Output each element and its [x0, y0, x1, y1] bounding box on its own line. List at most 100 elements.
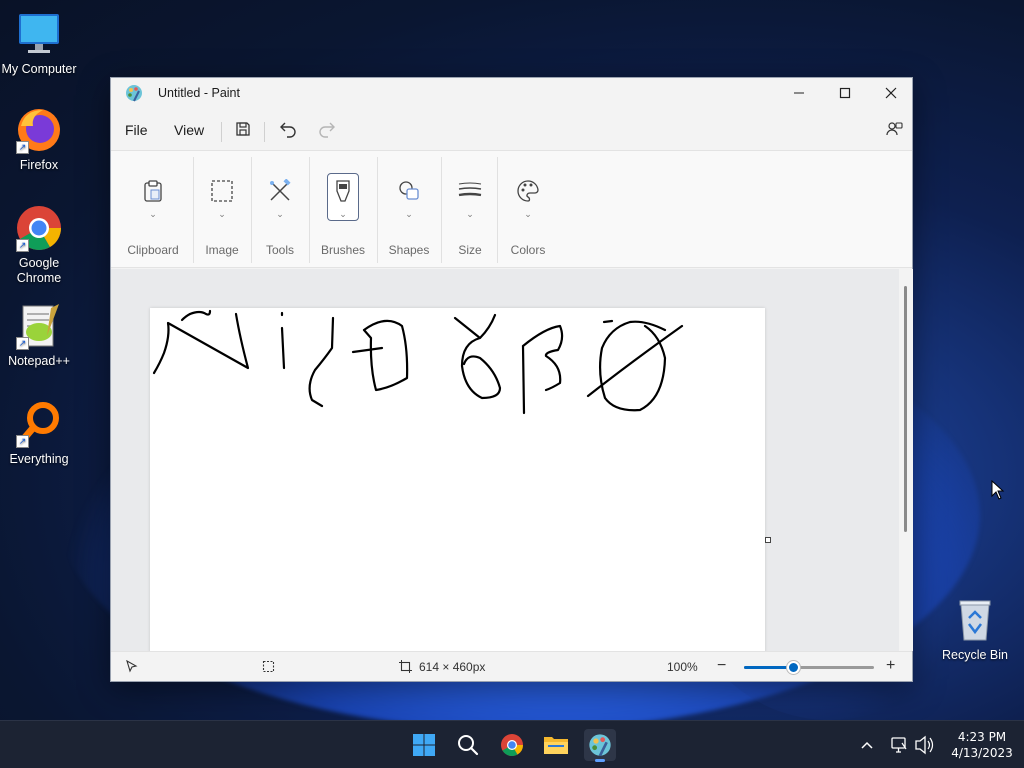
tools-icon — [264, 175, 296, 207]
mouse-cursor-icon — [991, 479, 1005, 504]
zoom-level: 100% — [667, 660, 698, 674]
paint-window: Untitled - Paint File View ⌄ Clipboard ⌄… — [110, 77, 913, 682]
menu-bar: File View — [111, 108, 912, 148]
chrome-icon — [501, 734, 523, 756]
maximize-button[interactable] — [822, 78, 868, 108]
paint-app-icon — [589, 734, 611, 757]
shortcut-arrow-icon: ↗ — [16, 239, 29, 252]
system-clock[interactable]: 4:23 PM 4/13/2023 — [944, 729, 1020, 761]
ribbon-label: Size — [458, 243, 482, 257]
chevron-up-icon — [861, 741, 873, 749]
notepadpp-icon: ↗ — [15, 302, 63, 350]
ribbon-label: Shapes — [388, 243, 430, 257]
menu-view[interactable]: View — [174, 122, 204, 138]
canvas-size-text: 614 × 460px — [419, 660, 486, 674]
desktop-icon-my-computer[interactable]: My Computer — [1, 10, 77, 77]
ribbon-group-colors[interactable]: ⌄ Colors — [499, 151, 557, 269]
ribbon: ⌄ Clipboard ⌄ Image ⌄ Tools ⌄ Brushes ⌄ … — [111, 150, 912, 268]
canvas-resize-handle[interactable] — [765, 537, 771, 543]
ribbon-label: Brushes — [320, 243, 366, 257]
recycle-bin-icon — [951, 596, 999, 644]
clock-time: 4:23 PM — [957, 730, 1007, 744]
taskbar-chrome[interactable] — [496, 729, 528, 761]
ribbon-group-image[interactable]: ⌄ Image — [195, 151, 249, 269]
redo-icon — [319, 122, 335, 138]
scrollbar-thumb[interactable] — [904, 286, 907, 532]
ribbon-separator — [497, 157, 498, 263]
ribbon-group-tools[interactable]: ⌄ Tools — [253, 151, 307, 269]
search-button[interactable] — [452, 729, 484, 761]
undo-button[interactable] — [275, 117, 301, 141]
network-icon — [891, 737, 907, 753]
minimize-button[interactable] — [776, 78, 822, 108]
volume-icon — [915, 735, 934, 755]
monitor-icon — [15, 10, 63, 58]
start-button[interactable] — [408, 729, 440, 761]
desktop-icon-everything[interactable]: ↗ Everything — [1, 400, 77, 467]
title-bar[interactable]: Untitled - Paint — [111, 78, 912, 108]
chevron-down-icon: ⌄ — [466, 209, 474, 219]
chevron-down-icon: ⌄ — [149, 209, 157, 219]
zoom-in-button[interactable]: + — [886, 657, 895, 675]
show-hidden-icons-button[interactable] — [860, 721, 880, 768]
account-icon — [886, 122, 903, 136]
redo-button[interactable] — [314, 117, 340, 141]
network-button[interactable] — [890, 721, 910, 768]
volume-button[interactable] — [914, 721, 936, 768]
ribbon-group-brushes[interactable]: ⌄ Brushes — [311, 151, 375, 269]
zoom-slider-thumb[interactable] — [787, 661, 801, 674]
status-bar: 614 × 460px 100% − + — [111, 651, 912, 681]
taskbar-paint[interactable] — [584, 729, 616, 762]
desktop-icon-notepadpp[interactable]: ↗ Notepad++ — [1, 302, 77, 369]
desktop-icon-label: Recycle Bin — [942, 648, 1008, 662]
clipboard-icon — [137, 175, 169, 207]
desktop-icon-chrome[interactable]: ↗ Google Chrome — [1, 204, 77, 286]
vertical-scrollbar[interactable] — [899, 269, 913, 651]
ribbon-separator — [441, 157, 442, 263]
drawing-canvas[interactable] — [150, 308, 765, 651]
desktop-icon-label: Everything — [9, 452, 69, 466]
zoom-slider[interactable] — [744, 661, 874, 674]
save-icon — [236, 122, 250, 136]
freehand-drawing — [152, 309, 684, 415]
shortcut-arrow-icon: ↗ — [16, 337, 29, 350]
desktop-icon-recycle-bin[interactable]: Recycle Bin — [937, 596, 1013, 663]
windows-logo-icon — [413, 734, 435, 756]
zoom-slider-fill — [744, 666, 794, 669]
canvas-area[interactable] — [111, 269, 899, 651]
search-icon — [458, 735, 479, 756]
ribbon-group-shapes[interactable]: ⌄ Shapes — [379, 151, 439, 269]
ribbon-label: Image — [205, 243, 239, 257]
selection-size-icon — [262, 660, 275, 676]
ribbon-group-clipboard[interactable]: ⌄ Clipboard — [121, 151, 185, 269]
selection-icon — [206, 175, 238, 207]
desktop-icon-label: Firefox — [19, 158, 59, 172]
window-title: Untitled - Paint — [158, 86, 240, 100]
ribbon-separator — [251, 157, 252, 263]
size-icon — [454, 175, 486, 207]
ribbon-label: Colors — [510, 243, 546, 257]
close-icon — [885, 87, 897, 99]
ribbon-group-size[interactable]: ⌄ Size — [443, 151, 497, 269]
close-button[interactable] — [868, 78, 914, 108]
ribbon-label: Tools — [265, 243, 294, 257]
minimize-icon — [794, 92, 804, 94]
chevron-down-icon: ⌄ — [276, 209, 284, 219]
cursor-position-icon — [126, 659, 138, 676]
save-button[interactable] — [230, 117, 256, 141]
account-button[interactable] — [881, 117, 907, 141]
desktop-icon-label: Notepad++ — [8, 354, 70, 368]
menu-separator — [221, 122, 222, 142]
zoom-out-button[interactable]: − — [717, 657, 726, 675]
taskbar-file-explorer[interactable] — [540, 729, 572, 761]
clock-date: 4/13/2023 — [951, 746, 1013, 760]
ribbon-separator — [377, 157, 378, 263]
firefox-icon: ↗ — [15, 106, 63, 154]
desktop-icon-firefox[interactable]: ↗ Firefox — [1, 106, 77, 173]
ribbon-separator — [309, 157, 310, 263]
chevron-down-icon: ⌄ — [218, 209, 226, 219]
chevron-down-icon: ⌄ — [405, 209, 413, 219]
menu-file[interactable]: File — [125, 122, 148, 138]
toolbar-separator — [264, 122, 265, 142]
palette-icon — [512, 175, 544, 207]
